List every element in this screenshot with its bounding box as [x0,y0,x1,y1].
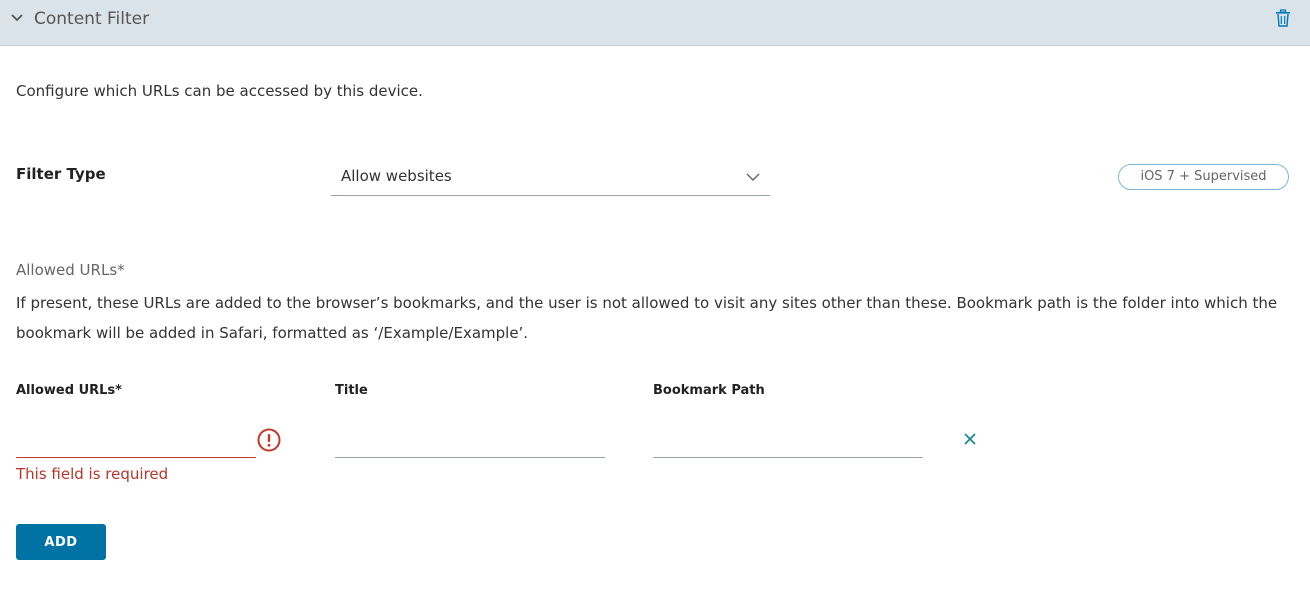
column-label-title: Title [335,383,368,398]
section-header[interactable]: Content Filter [0,0,1310,46]
field-error-message: This field is required [16,465,169,483]
allowed-url-input[interactable] [16,422,256,458]
trash-icon[interactable] [1275,9,1291,27]
section-description: Configure which URLs can be accessed by … [16,82,423,100]
filter-type-select[interactable]: Allow websites [331,160,770,196]
add-button[interactable]: ADD [16,524,106,560]
filter-type-label: Filter Type [16,165,106,183]
allowed-urls-help-text: If present, these URLs are added to the … [16,294,1278,342]
chevron-down-icon [746,173,760,181]
chevron-down-icon[interactable] [10,11,24,25]
bookmark-path-input[interactable] [653,422,923,458]
error-icon [257,428,281,452]
allowed-urls-heading: Allowed URLs* [16,261,125,279]
platform-badge: iOS 7 + Supervised [1118,164,1289,190]
filter-type-selected-value: Allow websites [341,167,452,185]
column-label-allowed-urls: Allowed URLs* [16,383,122,398]
section-title: Content Filter [34,9,150,29]
column-label-bookmark-path: Bookmark Path [653,383,765,398]
title-input[interactable] [335,422,605,458]
close-icon[interactable] [963,432,977,446]
